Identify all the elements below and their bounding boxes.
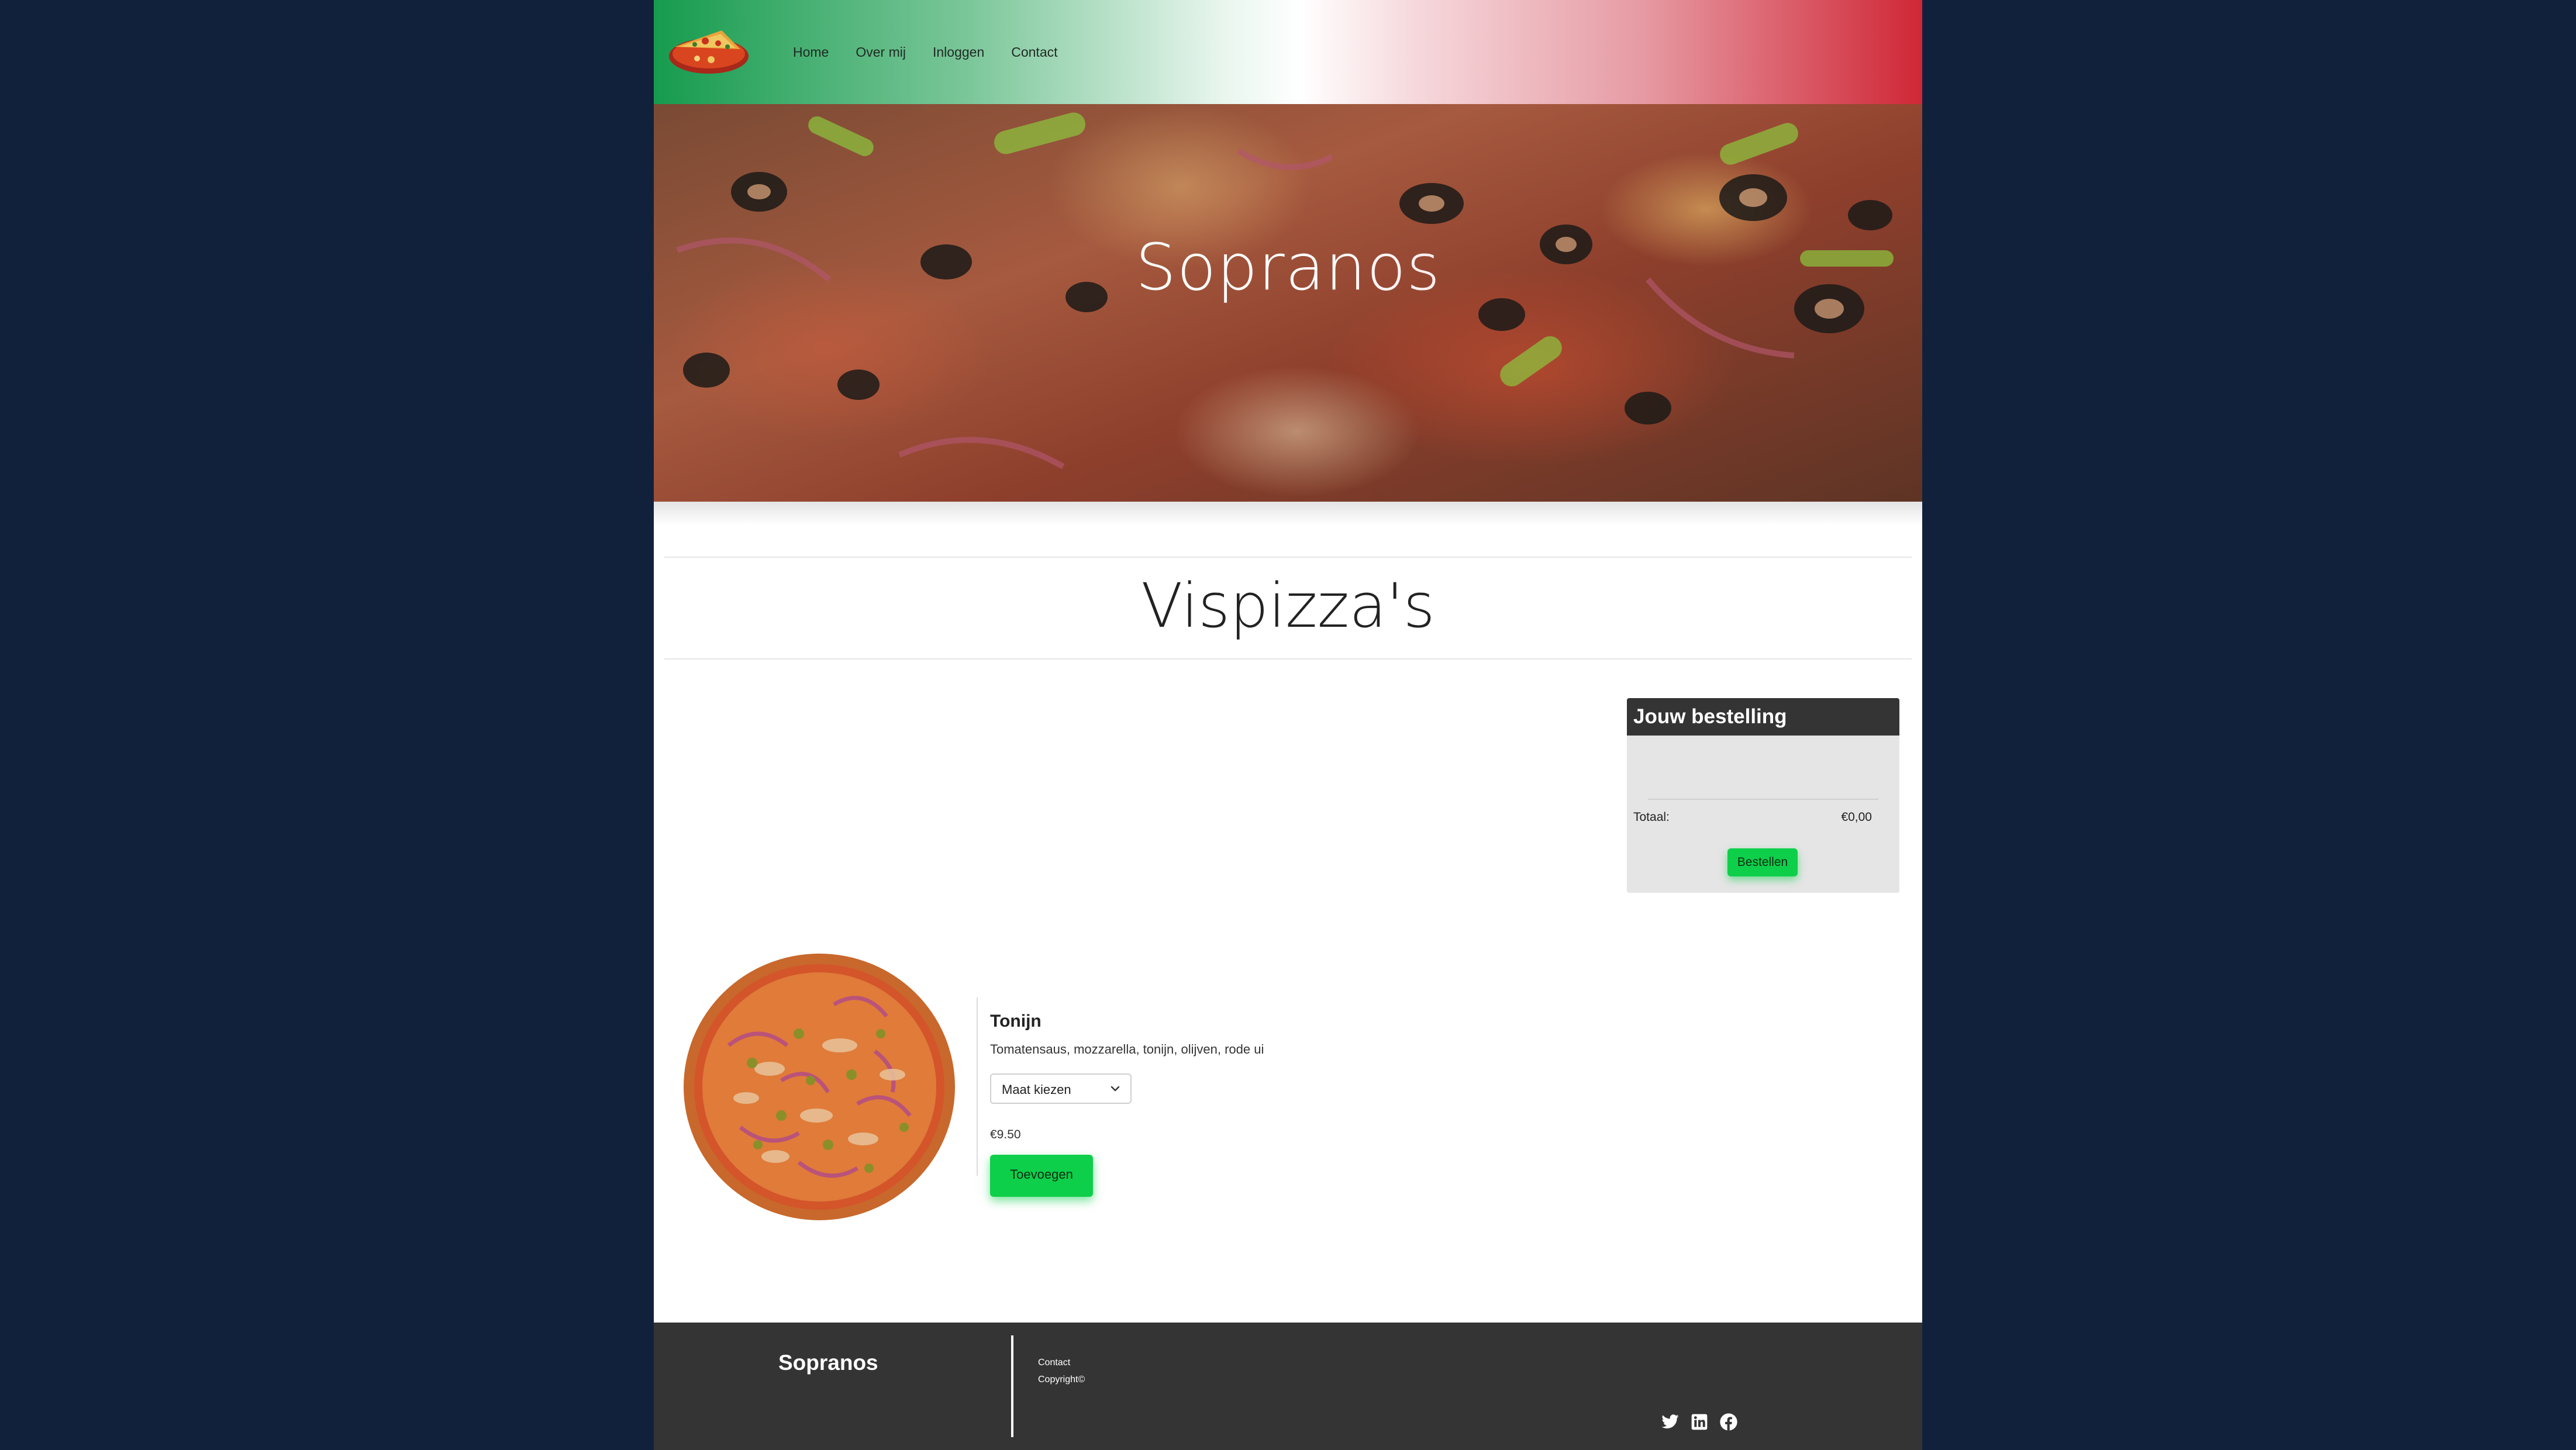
order-total-value: €0,00: [1841, 810, 1872, 824]
section-divider-top: [664, 557, 1912, 558]
nav-links: Home Over mij Inloggen Contact: [793, 0, 1058, 104]
page: Home Over mij Inloggen Contact Sopranos …: [654, 0, 1922, 1450]
order-button[interactable]: Bestellen: [1727, 848, 1798, 876]
product-divider: [977, 997, 978, 1176]
order-divider: [1648, 799, 1878, 800]
hero-banner: Sopranos: [654, 104, 1922, 502]
product-price: €9.50: [990, 1128, 1021, 1141]
nav-contact[interactable]: Contact: [1011, 44, 1057, 60]
product-description: Tomatensaus, mozzarella, tonijn, olijven…: [990, 1042, 1264, 1057]
footer-link-contact[interactable]: Contact: [1038, 1354, 1085, 1371]
footer-copyright: Copyright©: [1038, 1375, 1085, 1385]
order-total-label: Totaal:: [1633, 810, 1670, 824]
navbar: Home Over mij Inloggen Contact: [654, 0, 1922, 104]
section-title: Vispizza's: [1141, 570, 1435, 641]
facebook-icon[interactable]: [1719, 1413, 1738, 1431]
twitter-icon[interactable]: [1661, 1413, 1680, 1431]
footer-divider: [1011, 1335, 1013, 1437]
social-links: [1661, 1413, 1738, 1431]
nav-home[interactable]: Home: [793, 44, 829, 60]
order-panel: Jouw bestelling Totaal: €0,00 Bestellen: [1627, 698, 1899, 893]
footer-links: Contact Copyright©: [1038, 1354, 1085, 1388]
size-select[interactable]: Maat kiezen: [990, 1073, 1132, 1104]
hero-title: Sopranos: [654, 230, 1922, 305]
order-panel-title: Jouw bestelling: [1627, 698, 1899, 736]
pizza-logo[interactable]: [664, 23, 751, 77]
nav-over-mij[interactable]: Over mij: [856, 44, 906, 60]
linkedin-icon[interactable]: [1690, 1413, 1709, 1431]
footer: Sopranos Contact Copyright©: [654, 1323, 1922, 1450]
add-to-order-button[interactable]: Toevoegen: [990, 1155, 1093, 1197]
pizza-tonijn-image: [684, 954, 955, 1220]
section-divider-bottom: [664, 658, 1912, 660]
nav-inloggen[interactable]: Inloggen: [933, 44, 984, 60]
chevron-down-icon: [1111, 1086, 1120, 1092]
product-name: Tonijn: [990, 1011, 1042, 1031]
size-select-value: Maat kiezen: [1002, 1082, 1071, 1097]
footer-brand: Sopranos: [778, 1351, 878, 1375]
hero-shadow: [654, 502, 1922, 525]
